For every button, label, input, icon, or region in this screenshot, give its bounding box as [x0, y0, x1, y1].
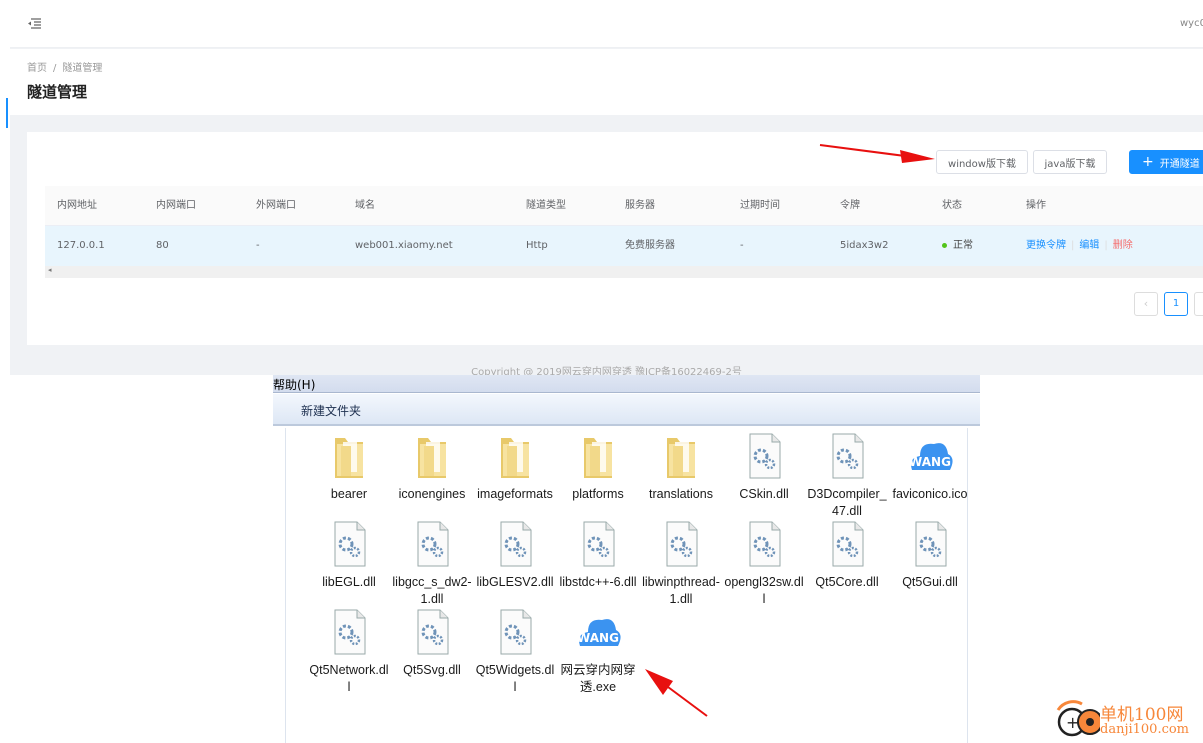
watermark: + 单机100网 danji100.com: [1052, 698, 1203, 743]
annotation-arrows: [645, 144, 935, 717]
red-arrow-icon: [645, 669, 708, 717]
watermark-url: danji100.com: [1100, 722, 1190, 737]
danji-logo-icon: +: [1056, 700, 1100, 737]
red-arrow-icon: [819, 144, 935, 163]
